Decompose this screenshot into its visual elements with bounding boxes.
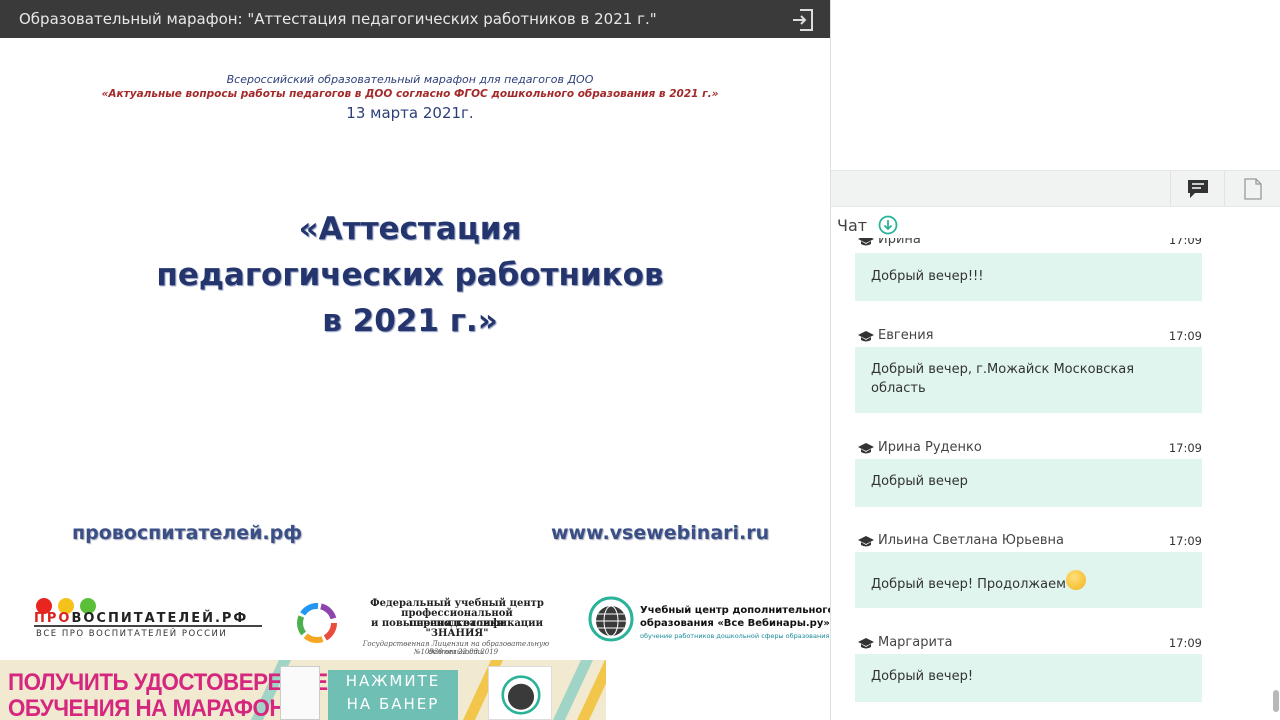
logo3-line1: Учебный центр дополнительного [640,605,830,616]
globe-icon [588,596,634,642]
certificate-thumbnail [280,666,320,720]
side-panel: Чат Ирина 17:09 Добрый вечер!!! Евгения … [830,0,1280,720]
window-title-bar: Образовательный марафон: "Аттестация пед… [0,0,830,38]
message-text: Добрый вечер! [871,669,974,684]
exit-icon[interactable] [790,7,816,33]
slide-title-line2: педагогических работников [156,257,664,293]
video-area [831,0,1280,170]
slide-header-line1: Всероссийский образовательный марафон дл… [226,73,594,86]
message-time: 17:09 [1168,636,1202,650]
message-author: Ирина Руденко [878,440,982,455]
znaniya-logo: Федеральный учебный центр профессиональн… [292,596,562,656]
logo3-tagline: обучение работников дошкольной сферы обр… [640,632,830,640]
message-meta: Ильина Светлана Юрьевна 17:09 [855,533,1202,549]
message-text: Добрый вечер! Продолжаем [871,570,1181,594]
panel-tabs [831,170,1280,207]
provospitateley-logo: ПРОВОСПИТАТЕЛЕЙ.РФ ВСЕ ПРО ВОСПИТАТЕЛЕЙ … [34,594,264,644]
globe-icon [501,675,541,715]
certificate-banner[interactable]: ПОЛУЧИТЬ УДОСТОВЕРЕНИЕ ОБУЧЕНИЯ НА МАРАФ… [0,660,606,720]
slide-title-line1: «Аттестация [298,211,522,247]
message-text: Добрый вечер!!! [871,269,984,284]
site-link-left: провоспитателей.рф [72,522,303,544]
logo2-license2: №10930 от 22.03.2019 [413,648,499,656]
flushed-face-emoji-icon [1065,570,1086,590]
chat-heading: Чат [837,216,868,235]
site-link-right: www.vsewebinari.ru [551,522,770,544]
logo1-name: ПРОВОСПИТАТЕЛЕЙ.РФ [34,611,249,626]
message-meta: Евгения 17:09 [855,328,1202,344]
message-time: 17:09 [1168,329,1202,343]
scroll-down-icon[interactable] [878,215,898,235]
logo2-line4: "ЗНАНИЯ" [425,628,489,639]
chat-scrollbar[interactable] [1273,690,1279,712]
znaniya-ring-icon [297,603,337,643]
tab-files[interactable] [1225,171,1280,206]
message-author: Маргарита [878,635,953,650]
logo3-line2: образования «Все Вебинары.ру» [640,618,830,629]
tab-chat[interactable] [1170,171,1225,206]
message-bubble: Добрый вечер, г.Можайск Московская облас… [855,347,1202,413]
slide-title-line3: в 2021 г.» [322,303,498,339]
graduation-cap-icon [858,536,874,547]
window-title: Образовательный марафон: "Аттестация пед… [19,10,657,28]
logo1-divider [34,625,262,627]
message-author: Евгения [878,328,934,343]
slide-main-title: «Аттестация педагогических работников в … [0,206,820,344]
message-bubble: Добрый вечер! [855,654,1202,702]
chat-message-list[interactable]: Ирина 17:09 Добрый вечер!!! Евгения 17:0… [831,238,1280,720]
graduation-cap-icon [858,331,874,342]
message-meta: Маргарита 17:09 [855,635,1202,651]
document-icon [1243,177,1262,200]
graduation-cap-icon [858,238,874,246]
banner-mini-logo [488,666,552,720]
message-bubble: Добрый вечер!!! [855,253,1202,301]
presentation-slide: Всероссийский образовательный марафон дл… [0,38,830,720]
logo1-tagline: ВСЕ ПРО ВОСПИТАТЕЛЕЙ РОССИИ [36,629,228,639]
message-bubble: Добрый вечер! Продолжаем [855,552,1202,608]
message-author: Ирина [878,238,921,247]
message-text: Добрый вечер, г.Можайск Московская облас… [871,362,1135,396]
banner-click-button[interactable]: НАЖМИТЕ НА БАНЕР [328,670,458,720]
slide-date: 13 марта 2021г. [346,104,474,122]
vsewebinari-logo: Учебный центр дополнительного образовани… [586,590,830,650]
message-time: 17:09 [1168,534,1202,548]
graduation-cap-icon [858,443,874,454]
message-time: 17:09 [1168,441,1202,455]
slide-header-line2: «Актуальные вопросы работы педагогов в Д… [101,88,719,100]
message-meta: Ирина 17:09 [855,238,1202,248]
message-time: 17:09 [1168,238,1202,247]
message-bubble: Добрый вечер [855,459,1202,507]
message-text: Добрый вечер [871,474,968,489]
graduation-cap-icon [858,638,874,649]
message-author: Ильина Светлана Юрьевна [878,533,1064,548]
message-meta: Ирина Руденко 17:09 [855,440,1202,456]
chat-icon [1187,179,1208,198]
